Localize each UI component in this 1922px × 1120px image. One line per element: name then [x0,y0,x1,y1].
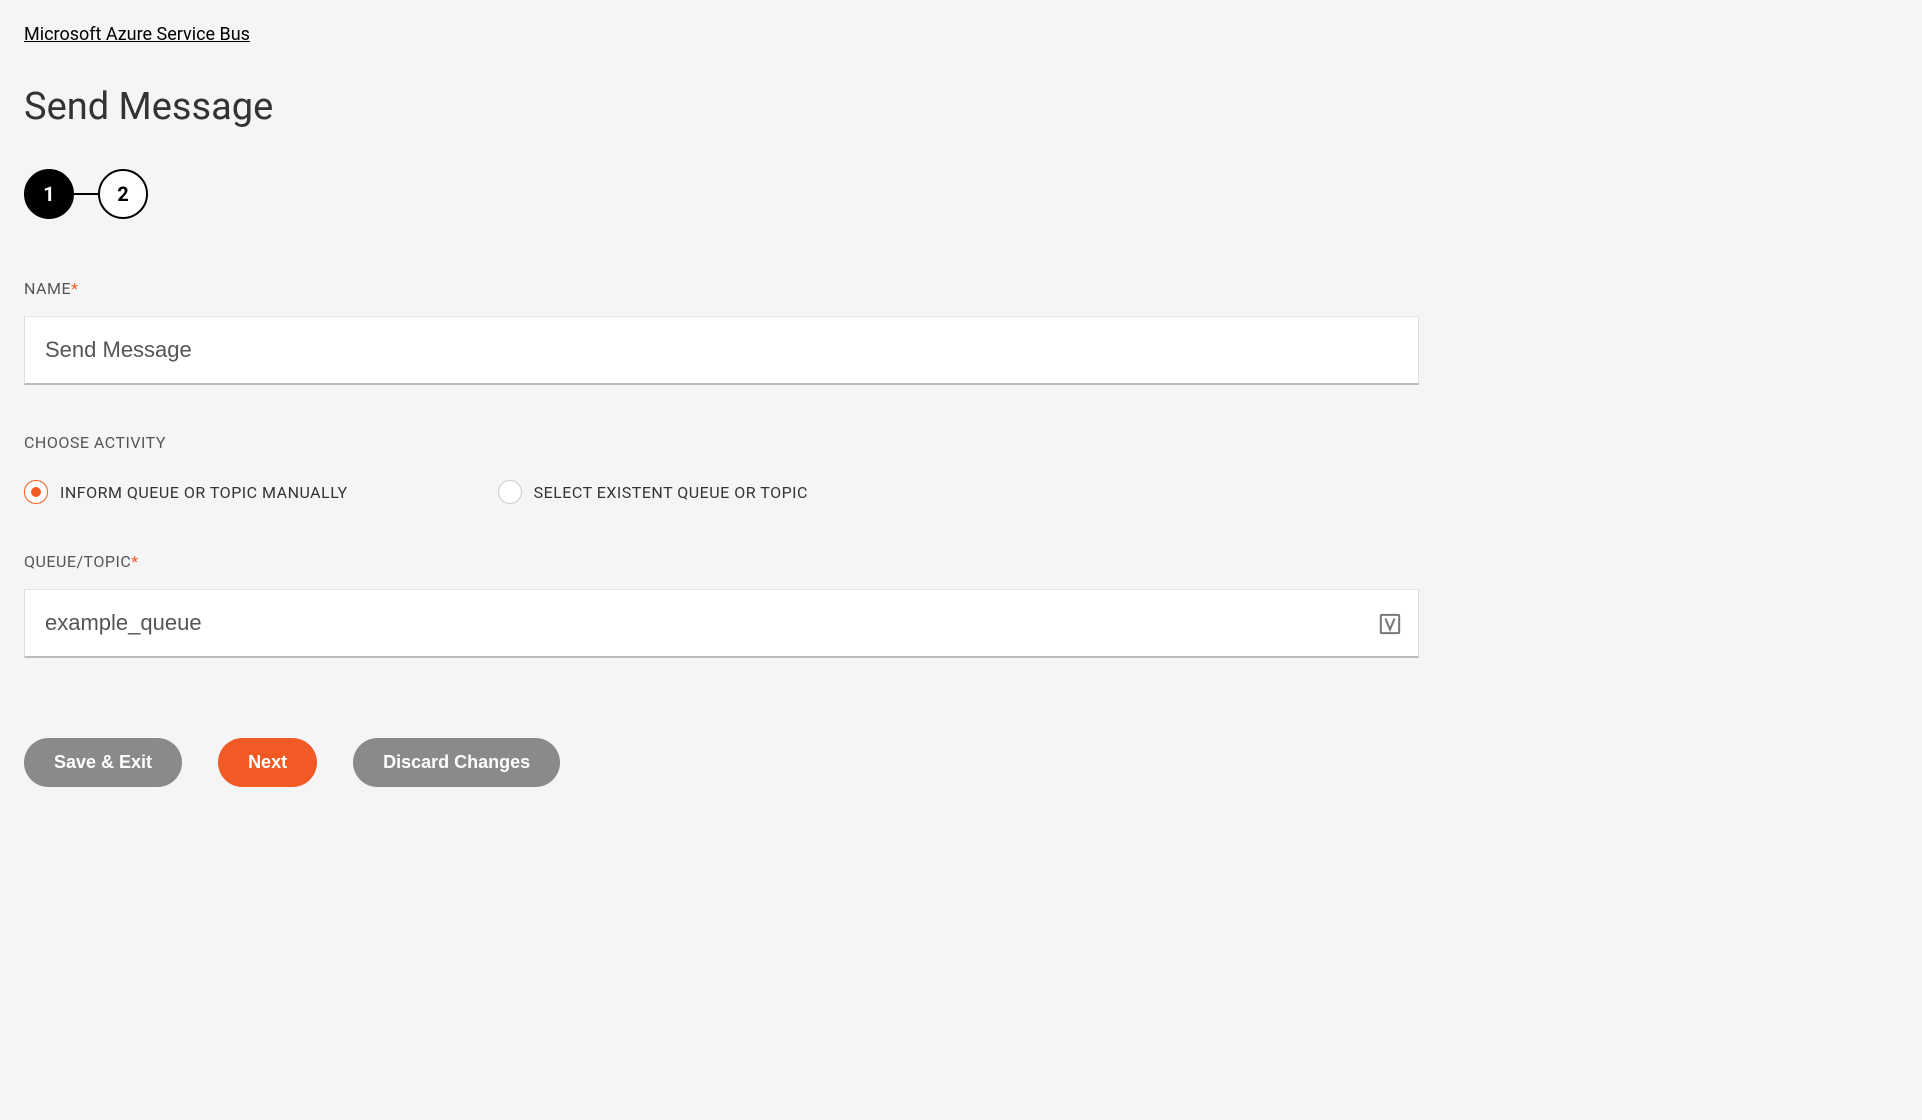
stepper: 1 2 [24,169,1898,219]
radio-option-existent[interactable]: SELECT EXISTENT QUEUE OR TOPIC [498,480,808,504]
radio-option-manual[interactable]: INFORM QUEUE OR TOPIC MANUALLY [24,480,348,504]
page-title: Send Message [24,85,1898,129]
discard-button[interactable]: Discard Changes [353,738,560,787]
save-exit-button[interactable]: Save & Exit [24,738,182,787]
queue-topic-field-group: QUEUE/TOPIC* [24,552,1898,658]
activity-field-group: CHOOSE ACTIVITY INFORM QUEUE OR TOPIC MA… [24,433,1898,504]
next-button[interactable]: Next [218,738,317,787]
breadcrumb-link[interactable]: Microsoft Azure Service Bus [24,24,250,45]
variable-icon[interactable] [1379,613,1401,635]
name-label: NAME* [24,279,1898,298]
radio-label-manual: INFORM QUEUE OR TOPIC MANUALLY [60,483,348,502]
queue-topic-label-text: QUEUE/TOPIC [24,552,131,571]
queue-topic-input-wrapper [24,589,1419,658]
name-label-text: NAME [24,279,71,298]
button-row: Save & Exit Next Discard Changes [24,738,1898,787]
name-field-group: NAME* [24,279,1898,385]
radio-circle-icon [24,480,48,504]
step-1[interactable]: 1 [24,169,74,219]
required-mark: * [71,279,78,298]
step-2[interactable]: 2 [98,169,148,219]
radio-dot-icon [31,487,41,497]
name-input[interactable] [24,316,1419,385]
activity-label: CHOOSE ACTIVITY [24,433,1898,452]
queue-topic-label: QUEUE/TOPIC* [24,552,1898,571]
radio-label-existent: SELECT EXISTENT QUEUE OR TOPIC [534,483,808,502]
required-mark: * [131,552,138,571]
activity-radio-group: INFORM QUEUE OR TOPIC MANUALLY SELECT EX… [24,480,1898,504]
radio-circle-icon [498,480,522,504]
queue-topic-input[interactable] [24,589,1419,658]
step-connector [74,193,98,195]
